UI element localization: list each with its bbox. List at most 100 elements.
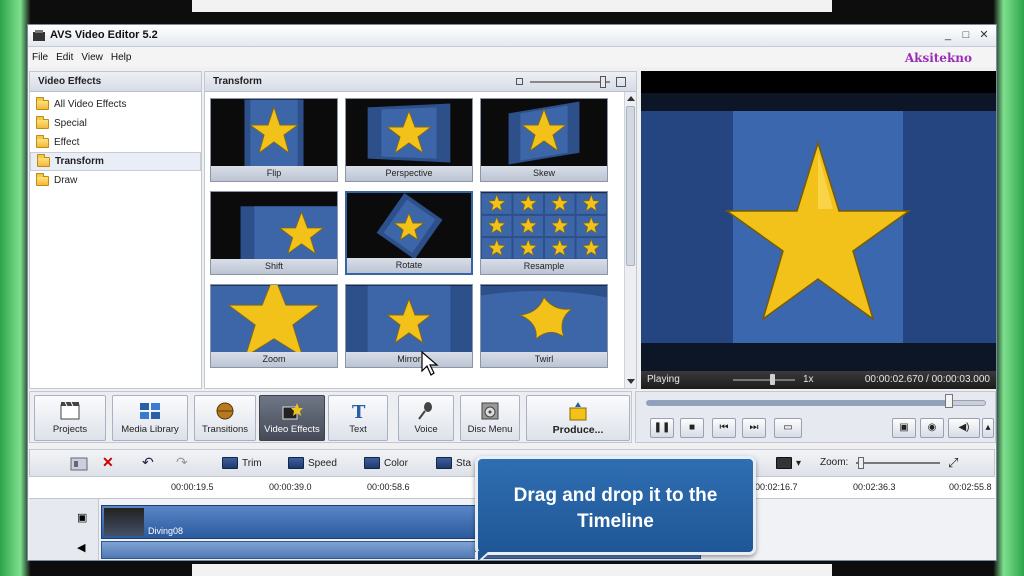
app-logo-icon <box>33 30 45 41</box>
zoom-slider[interactable] <box>856 456 941 469</box>
scroll-down-icon[interactable] <box>627 379 635 384</box>
projects-button[interactable]: Projects <box>34 395 106 441</box>
volume-button[interactable]: ◀) <box>948 418 980 438</box>
stop-button[interactable]: ■ <box>680 418 704 438</box>
fit-timeline-button[interactable]: ⤢ <box>948 455 958 471</box>
effects-grid: Flip Perspective Skew Shift Rotate Resam… <box>210 98 608 368</box>
thumbnail-size-handle[interactable] <box>600 76 606 88</box>
category-special[interactable]: Special <box>30 114 201 133</box>
playback-speed-slider[interactable] <box>733 379 795 381</box>
folder-icon <box>36 134 49 148</box>
pause-button[interactable]: ❚❚ <box>650 418 674 438</box>
effects-scrollbar[interactable] <box>624 92 636 388</box>
effect-label: Perspective <box>346 166 472 181</box>
video-track-icon: ▣ <box>77 512 88 524</box>
pause-icon: ❚❚ <box>653 422 671 433</box>
perspective-preview-icon <box>346 99 472 167</box>
effect-tile-skew[interactable]: Skew <box>480 98 608 182</box>
media-library-button[interactable]: Media Library <box>112 395 188 441</box>
category-label: Draw <box>54 175 78 186</box>
folder-icon <box>36 115 49 129</box>
shift-preview-icon <box>211 192 337 260</box>
zoom-label: Zoom: <box>820 457 849 468</box>
playback-time: 00:00:02.670 / 00:00:03.000 <box>864 374 990 385</box>
previous-frame-button[interactable]: ⏮ <box>712 418 736 438</box>
zoom-handle[interactable] <box>858 456 865 469</box>
media-library-label: Media Library <box>121 424 179 435</box>
redo-button[interactable]: ↷ <box>176 454 188 471</box>
menu-edit[interactable]: Edit <box>56 52 73 63</box>
trim-button[interactable]: Trim <box>222 457 262 469</box>
skip-forward-icon: ⏭ <box>749 422 759 433</box>
text-button[interactable]: T Text <box>328 395 388 441</box>
aspect-ratio-button[interactable]: ▾ <box>776 457 801 469</box>
minimize-button[interactable]: _ <box>940 27 956 43</box>
effect-tile-mirror[interactable]: Mirror <box>345 284 473 368</box>
transitions-button[interactable]: Transitions <box>194 395 256 441</box>
effects-category-panel: Video Effects All Video Effects Special … <box>29 71 202 389</box>
ruler-tick: 00:02:16.7 <box>755 482 798 492</box>
ruler-tick: 00:00:58.6 <box>367 482 410 492</box>
seek-bar[interactable] <box>646 400 986 406</box>
playback-controls: ❚❚ ■ ⏮ ⏭ ▭ ▣ ◉ ◀) ▴ <box>635 391 996 443</box>
large-size-icon <box>616 77 626 87</box>
category-draw[interactable]: Draw <box>30 171 201 190</box>
storyboard-icon <box>70 457 88 471</box>
scroll-up-icon[interactable] <box>627 96 635 101</box>
category-all-video-effects[interactable]: All Video Effects <box>30 95 201 114</box>
playback-speed-handle[interactable] <box>770 374 776 385</box>
undo-button[interactable]: ↶ <box>142 454 154 471</box>
ruler-tick: 00:00:39.0 <box>269 482 312 492</box>
effect-tile-flip[interactable]: Flip <box>210 98 338 182</box>
color-icon <box>364 457 380 469</box>
snapshot-button[interactable]: ◉ <box>920 418 944 438</box>
redo-icon: ↷ <box>176 454 188 470</box>
menu-help[interactable]: Help <box>111 52 132 63</box>
produce-button[interactable]: Produce... <box>526 395 630 441</box>
stabilization-button[interactable]: Sta <box>436 457 471 469</box>
skip-back-icon: ⏮ <box>719 422 729 433</box>
video-effects-button[interactable]: Video Effects <box>259 395 325 441</box>
scrollbar-thumb[interactable] <box>626 106 635 266</box>
text-icon: T <box>352 402 366 421</box>
rotate-preview-icon <box>347 193 471 261</box>
menu-file[interactable]: File <box>32 52 48 63</box>
thumbnail-size-slider[interactable] <box>516 76 626 88</box>
voice-button[interactable]: Voice <box>398 395 454 441</box>
preview-status-bar: Playing 1x 00:00:02.670 / 00:00:03.000 <box>641 371 996 389</box>
effect-tile-rotate[interactable]: Rotate <box>345 191 473 275</box>
close-button[interactable]: ✕ <box>976 27 992 43</box>
effect-tile-resample[interactable]: Resample <box>480 191 608 275</box>
effect-label: Shift <box>211 259 337 274</box>
delete-button[interactable]: ✕ <box>102 454 114 471</box>
menu-view[interactable]: View <box>81 52 103 63</box>
effect-tile-shift[interactable]: Shift <box>210 191 338 275</box>
category-transform[interactable]: Transform <box>30 152 201 171</box>
category-label: All Video Effects <box>54 99 127 110</box>
speed-icon <box>288 457 304 469</box>
stabilization-icon <box>436 457 452 469</box>
speed-label: Speed <box>308 457 337 469</box>
category-effect[interactable]: Effect <box>30 133 201 152</box>
seek-progress <box>647 401 950 405</box>
zoom-control: Zoom: <box>820 456 941 469</box>
next-frame-button[interactable]: ⏭ <box>742 418 766 438</box>
folder-icon <box>37 153 50 167</box>
storyboard-toggle[interactable] <box>70 457 88 471</box>
produce-icon <box>569 402 587 421</box>
seek-handle[interactable] <box>944 394 953 408</box>
effect-tile-twirl[interactable]: Twirl <box>480 284 608 368</box>
color-button[interactable]: Color <box>364 457 408 469</box>
effect-tile-zoom[interactable]: Zoom <box>210 284 338 368</box>
stop-icon: ■ <box>688 422 696 433</box>
volume-dropdown[interactable]: ▴ <box>982 418 994 438</box>
effect-tile-perspective[interactable]: Perspective <box>345 98 473 182</box>
folder-icon <box>36 96 49 110</box>
fullscreen-button[interactable]: ▭ <box>774 418 802 438</box>
disc-menu-button[interactable]: Disc Menu <box>460 395 520 441</box>
maximize-button[interactable]: □ <box>958 27 974 43</box>
speed-button[interactable]: Speed <box>288 457 337 469</box>
split-view-button[interactable]: ▣ <box>892 418 916 438</box>
window-title: AVS Video Editor 5.2 <box>50 29 158 41</box>
audio-track-icon: ◀ <box>77 542 86 554</box>
